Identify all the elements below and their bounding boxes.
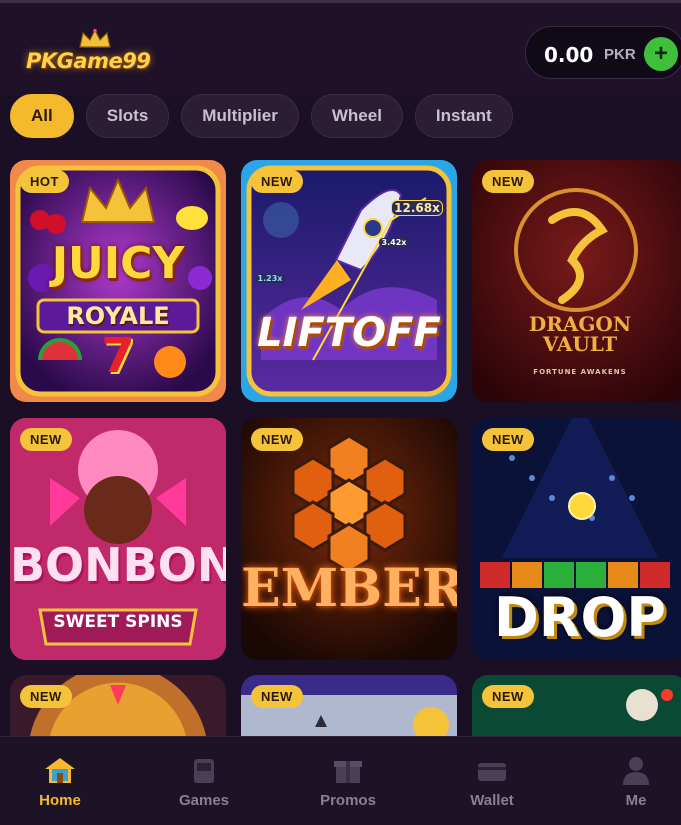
add-funds-button[interactable]: +: [644, 37, 678, 71]
dragon-vault-art: [472, 160, 681, 402]
game-card-liftoff[interactable]: NEW 12.68x 3.42x 1.23x LIFTOFF: [241, 160, 457, 402]
new-badge: NEW: [20, 428, 72, 451]
ember-art: [241, 418, 457, 660]
tab-wheel[interactable]: Wheel: [310, 94, 403, 138]
bottom-nav: Home Games Promos Wallet Me: [0, 736, 681, 825]
nav-label: Wallet: [470, 792, 514, 809]
nav-promos[interactable]: Promos: [288, 737, 408, 825]
new-badge: NEW: [251, 685, 303, 708]
new-badge: NEW: [251, 170, 303, 193]
game-card-dragon-vault[interactable]: NEW DRAGON VAULT FORTUNE AWAKENS: [472, 160, 681, 402]
games-icon: [194, 759, 214, 783]
tab-instant[interactable]: Instant: [414, 94, 513, 138]
game-card-bonbon[interactable]: NEW BONBON SWEET SPINS: [10, 418, 226, 660]
nav-games[interactable]: Games: [144, 737, 264, 825]
top-header: PKGame99 0.00 PKR +: [0, 0, 681, 96]
game-card-wheel[interactable]: NEW: [10, 675, 226, 736]
bonbon-subtitle: SWEET SPINS: [53, 612, 183, 632]
logo-text: PKGame99: [26, 49, 151, 73]
tab-slots[interactable]: Slots: [85, 94, 170, 138]
liftoff-title: LIFTOFF: [257, 310, 441, 356]
tab-all[interactable]: All: [10, 94, 74, 138]
royale-title: ROYALE: [66, 302, 170, 330]
crown-icon: [79, 29, 111, 48]
nav-home[interactable]: Home: [0, 737, 120, 825]
dragon-tagline: FORTUNE AWAKENS: [533, 368, 627, 376]
balance-currency: PKR: [604, 46, 636, 63]
nav-wallet[interactable]: Wallet: [432, 737, 552, 825]
category-tabs: All Slots Multiplier Wheel Instant: [10, 94, 513, 138]
balance-pill: 0.00 PKR +: [525, 26, 681, 79]
multiplier-high: 12.68x: [391, 200, 443, 216]
home-icon: [45, 758, 75, 783]
multiplier-mid: 3.42x: [379, 238, 409, 247]
game-card-juicy-royale[interactable]: HOT JUICY ROYALE 7: [10, 160, 226, 402]
brand-logo[interactable]: PKGame99: [18, 29, 168, 79]
game-card-bomb[interactable]: NEW: [472, 675, 681, 736]
new-badge: NEW: [482, 170, 534, 193]
game-card-stars[interactable]: NEW: [241, 675, 457, 736]
nav-label: Games: [178, 792, 230, 809]
nav-label: Home: [39, 792, 81, 809]
nav-label: Promos: [320, 792, 376, 809]
tab-multiplier[interactable]: Multiplier: [181, 94, 299, 138]
game-card-ember[interactable]: NEW EMBER: [241, 418, 457, 660]
vault-title: VAULT: [542, 332, 618, 356]
balance-amount: 0.00: [544, 43, 594, 67]
drop-title: DROP: [494, 586, 666, 649]
user-icon: [623, 757, 649, 785]
nav-label: Me: [625, 792, 647, 809]
hot-badge: HOT: [20, 170, 69, 193]
nav-me[interactable]: Me: [576, 737, 681, 825]
new-badge: NEW: [20, 685, 72, 708]
wallet-icon: [478, 763, 506, 781]
seven-numeral: 7: [101, 328, 135, 384]
ember-title: EMBER: [241, 558, 457, 619]
gift-icon: [334, 761, 362, 783]
game-card-drop[interactable]: NEW DROP: [472, 418, 681, 660]
new-badge: NEW: [482, 685, 534, 708]
bonbon-title: BONBON: [10, 538, 226, 592]
new-badge: NEW: [251, 428, 303, 451]
new-badge: NEW: [482, 428, 534, 451]
juicy-title: JUICY: [51, 238, 185, 289]
multiplier-low: 1.23x: [255, 274, 285, 283]
